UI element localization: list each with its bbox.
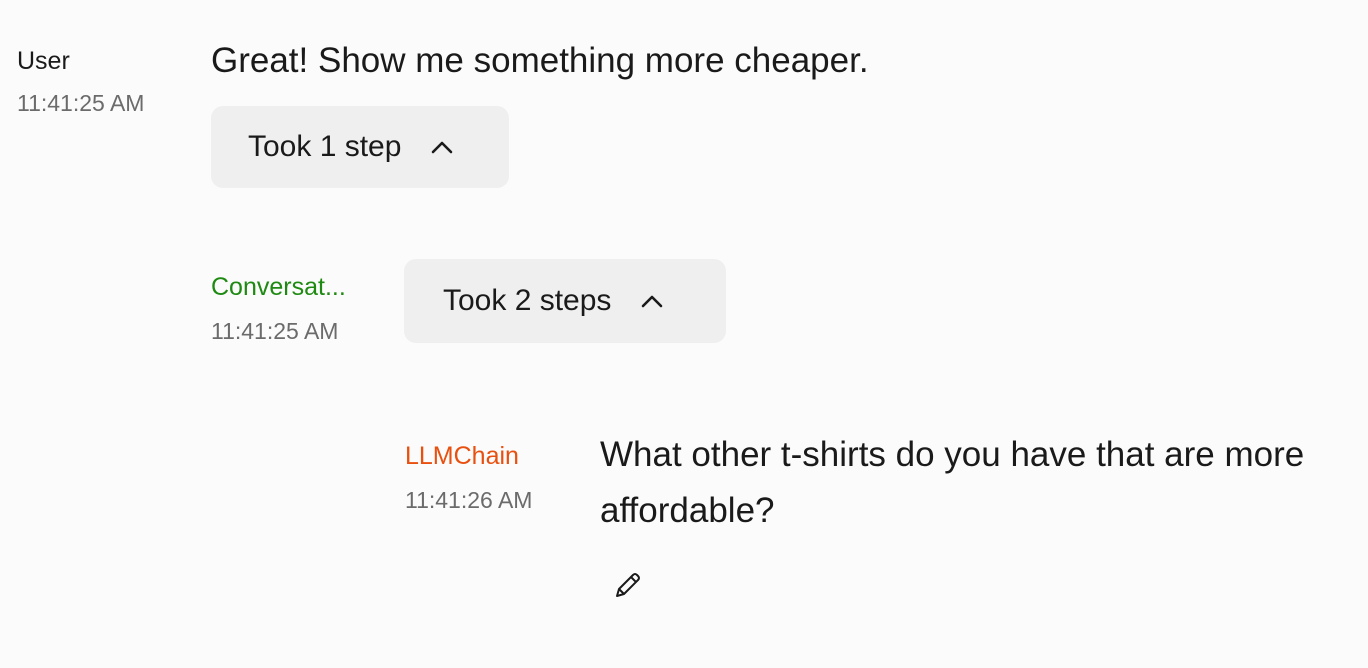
steps-toggle-button[interactable]: Took 1 step [211,106,509,188]
message-text: Great! Show me something more cheaper. [211,41,869,80]
message-author: User [17,47,70,75]
steps-toggle-button[interactable]: Took 2 steps [404,259,726,343]
message-text: What other t-shirts do you have that are… [600,435,1305,530]
chat-thread: User 11:41:25 AM Great! Show me somethin… [0,0,1368,668]
message-timestamp: 11:41:26 AM [405,487,533,513]
pencil-icon[interactable] [612,569,644,601]
steps-toggle-label: Took 1 step [248,130,402,163]
chevron-up-icon [642,295,663,308]
message-author: Conversat... [211,273,346,301]
message-timestamp: 11:41:25 AM [211,318,339,344]
message-author: LLMChain [405,442,519,470]
chevron-up-icon [432,141,453,154]
message-timestamp: 11:41:25 AM [17,90,145,116]
steps-toggle-label: Took 2 steps [443,284,612,317]
